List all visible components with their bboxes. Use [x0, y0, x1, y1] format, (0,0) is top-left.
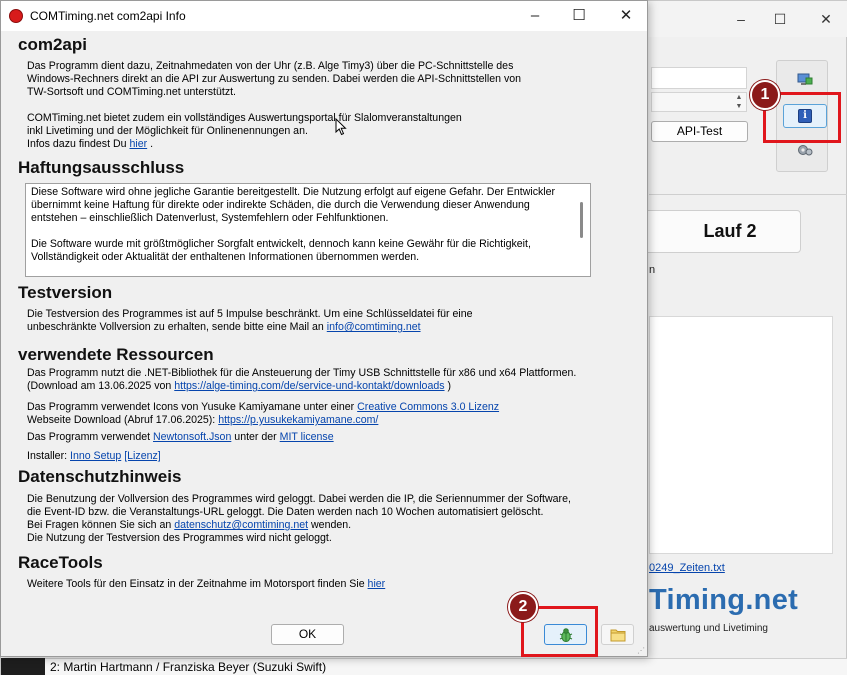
network-icon[interactable]: [797, 72, 813, 88]
heading-com2api: com2api: [18, 35, 87, 54]
ok-button[interactable]: OK: [271, 624, 344, 645]
disclaimer-line-1: Diese Software wird ohne jegliche Garant…: [31, 186, 556, 198]
portal-info-link[interactable]: hier: [129, 138, 147, 150]
racetools-link[interactable]: hier: [368, 578, 386, 590]
json-library-text: Das Programm verwendet: [27, 431, 151, 443]
api-test-button[interactable]: API-Test: [651, 121, 748, 142]
dialog-title: COMTiming.net com2api Info: [30, 9, 186, 23]
brand-logo-text: Timing.net: [649, 584, 799, 616]
disclaimer-line-2: übernimmt keine Haftung für direkte oder…: [31, 199, 530, 211]
icons-credit-text: Das Programm verwendet Icons von Yusuke …: [27, 401, 355, 413]
dialog-close-icon[interactable]: ✕: [615, 5, 637, 27]
partial-label: n: [649, 264, 656, 276]
portal-info-text: Infos dazu findest Du: [27, 138, 127, 150]
resources-line-2: (Download am 13.06.2025 von https://alge…: [27, 380, 451, 393]
brand-tagline: auswertung und Livetiming: [649, 623, 768, 634]
resources-line-1: Das Programm nutzt die .NET-Bibliothek f…: [27, 367, 577, 379]
com2api-text-line-3: TW-Sortsoft und COMTiming.net unterstütz…: [27, 86, 236, 98]
info-dialog: COMTiming.net com2api Info – ☐ ✕ com2api…: [0, 0, 648, 657]
installer-text: Installer:: [27, 450, 68, 462]
installer-line: Installer: Inno Setup [Lizenz]: [27, 450, 161, 463]
folder-button[interactable]: [601, 624, 634, 645]
lauf2-button[interactable]: Lauf 2: [639, 210, 801, 253]
portal-info-suffix: .: [150, 138, 154, 150]
minimize-icon[interactable]: –: [731, 9, 751, 29]
privacy-line-2: die Event-ID bzw. die Veranstaltungs-URL…: [27, 506, 544, 518]
inno-setup-link[interactable]: Inno Setup: [70, 450, 121, 462]
com2api-text-line-1: Das Programm dient dazu, Zeitnahmedaten …: [27, 60, 514, 72]
racetools-line: Weitere Tools für den Einsatz in der Zei…: [27, 578, 385, 591]
resize-grip[interactable]: ⋰: [637, 646, 647, 656]
testversion-mail-text: unbeschränkte Vollversion zu erhalten, s…: [27, 321, 324, 333]
json-library-line: Das Programm verwendet Newtonsoft.Json u…: [27, 431, 334, 444]
privacy-contact-text: Bei Fragen können Sie sich an: [27, 519, 172, 531]
alge-download-link[interactable]: https://alge-timing.com/de/service-und-k…: [174, 380, 444, 392]
icons-line-2: Webseite Download (Abruf 17.06.2025): ht…: [27, 414, 378, 427]
racetools-text: Weitere Tools für den Einsatz in der Zei…: [27, 578, 365, 590]
com2api-text-line-2: Windows-Rechners direkt an die API zur A…: [27, 73, 522, 85]
taskbar-strip: [1, 658, 45, 675]
heading-testversion: Testversion: [18, 283, 113, 302]
inno-license-link[interactable]: [Lizenz]: [124, 450, 161, 462]
portal-text-line-3: Infos dazu findest Du hier .: [27, 138, 153, 151]
disclaimer-line-3: entstehen – einschließlich Datenverlust,…: [31, 212, 389, 224]
disclaimer-scrollbar-thumb[interactable]: [580, 202, 583, 238]
separator: [649, 194, 847, 195]
testversion-line-2: unbeschränkte Vollversion zu erhalten, s…: [27, 321, 421, 334]
settings-icon[interactable]: [797, 143, 813, 157]
privacy-line-3: Bei Fragen können Sie sich an datenschut…: [27, 519, 351, 532]
privacy-line-4: Die Nutzung der Testversion des Programm…: [27, 532, 332, 544]
heading-racetools: RaceTools: [18, 553, 103, 572]
app-icon: [9, 9, 23, 23]
heading-resources: verwendete Ressourcen: [18, 345, 214, 364]
json-license-text: unter der: [234, 431, 277, 443]
info-mail-link[interactable]: info@comtiming.net: [327, 321, 421, 333]
step-badge-2: 2: [508, 592, 538, 622]
heading-disclaimer: Haftungsausschluss: [18, 158, 185, 177]
icons-website-text: Webseite Download (Abruf 17.06.2025):: [27, 414, 216, 426]
heading-privacy: Datenschutzhinweis: [18, 467, 182, 486]
privacy-mail-link[interactable]: datenschutz@comtiming.net: [174, 519, 308, 531]
disclaimer-line-4: Die Software wurde mit größtmöglicher So…: [31, 238, 531, 250]
disclaimer-textbox[interactable]: Diese Software wird ohne jegliche Garant…: [25, 183, 591, 277]
dialog-scrollbar[interactable]: [639, 32, 647, 647]
dialog-minimize-icon[interactable]: –: [524, 5, 546, 27]
privacy-contact-suffix: wenden.: [311, 519, 352, 531]
yusukekamiyamane-link[interactable]: https://p.yusukekamiyamane.com/: [218, 414, 378, 426]
resources-download-suffix: ): [447, 380, 452, 392]
dialog-titlebar[interactable]: COMTiming.net com2api Info – ☐ ✕: [1, 1, 647, 31]
main-text-field[interactable]: [651, 67, 747, 89]
disclaimer-line-5: Vollständigkeit oder Aktualität der enth…: [31, 251, 420, 263]
mit-license-link[interactable]: MIT license: [280, 431, 334, 443]
privacy-line-1: Die Benutzung der Vollversion des Progra…: [27, 493, 571, 505]
portal-text-line-2: inkl Livetiming und der Möglichkeit für …: [27, 125, 308, 137]
step-badge-1: 1: [750, 80, 780, 110]
icons-line-1: Das Programm verwendet Icons von Yusuke …: [27, 401, 499, 414]
folder-icon: [610, 629, 626, 642]
resources-download-text: (Download am 13.06.2025 von: [27, 380, 172, 392]
maximize-icon[interactable]: ☐: [770, 9, 790, 29]
spinner-arrows-icon[interactable]: ▲ ▼: [733, 93, 745, 111]
results-file-link[interactable]: 0249_Zeiten.txt: [649, 562, 725, 574]
mouse-cursor-icon: [335, 118, 347, 136]
portal-text-line-1: COMTiming.net bietet zudem ein vollständ…: [27, 112, 462, 124]
status-bar: 2: Martin Hartmann / Franziska Beyer (Su…: [45, 658, 847, 675]
dialog-maximize-icon[interactable]: ☐: [568, 5, 590, 27]
results-list[interactable]: [649, 316, 833, 554]
testversion-line-1: Die Testversion des Programmes ist auf 5…: [27, 308, 473, 320]
newtonsoft-json-link[interactable]: Newtonsoft.Json: [153, 431, 231, 443]
creative-commons-link[interactable]: Creative Commons 3.0 Lizenz: [357, 401, 499, 413]
close-icon[interactable]: ✕: [816, 9, 836, 29]
